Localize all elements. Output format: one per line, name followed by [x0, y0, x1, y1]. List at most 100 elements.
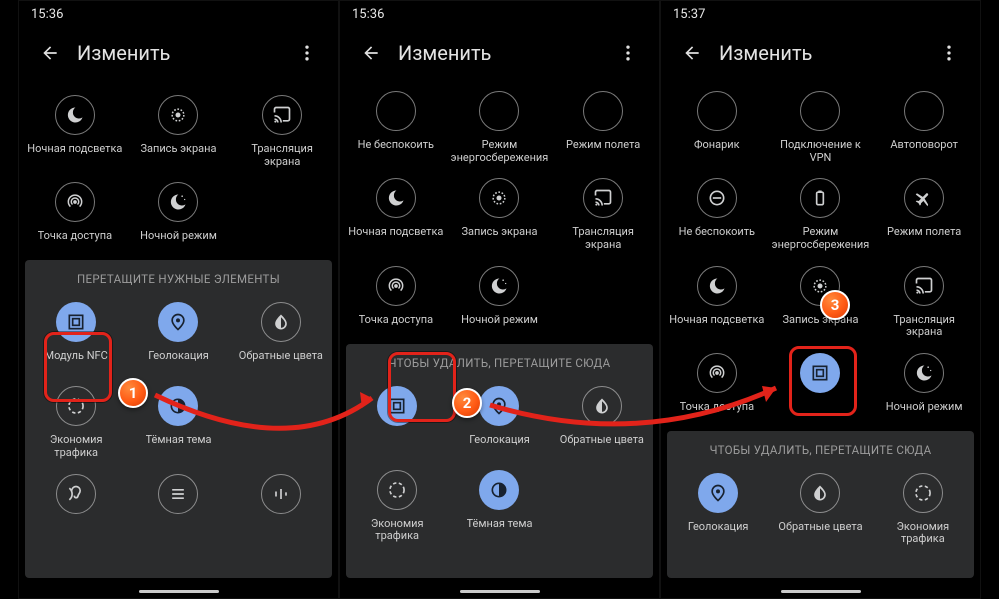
tile-label: Ночной режим: [140, 230, 217, 243]
tile-circle: [376, 178, 416, 218]
qs-tile-трансляция-экрана[interactable]: Трансляция экрана: [230, 87, 334, 172]
qs-tile-подключение-к-vpn[interactable]: Подключение к VPN: [769, 87, 873, 168]
qs-tile-обратные-цвета[interactable]: Обратные цвета: [230, 294, 332, 376]
more-button[interactable]: [607, 32, 649, 74]
contrast-icon: [489, 480, 509, 500]
tile-circle: [56, 302, 96, 342]
tile-label: Подключение к VPN: [771, 139, 871, 164]
tile-circle: [376, 266, 416, 306]
active-tiles: Ночная подсветка Запись экрана Трансляци…: [19, 77, 338, 260]
screen-3: 15:37 Изменить Фонарик Подключение к VPN…: [660, 0, 981, 599]
qs-tile-экономия-трафика[interactable]: Экономия трафика: [25, 378, 127, 463]
nav-pill[interactable]: [460, 590, 540, 593]
tile-label: Точка доступа: [38, 230, 113, 243]
tile-circle: [56, 474, 96, 514]
back-button[interactable]: [350, 32, 392, 74]
qs-tile-bars[interactable]: [230, 466, 332, 548]
edit-header: Изменить: [19, 29, 338, 77]
tile-circle: [697, 266, 737, 306]
tile-label: Автоповорот: [890, 139, 958, 152]
location-icon: [708, 483, 728, 503]
tile-label: Режим энергосбережения: [771, 226, 871, 251]
qs-tile-не-беспокоить[interactable]: Не беспокоить: [665, 170, 769, 255]
qs-tile-трансляция-экрана[interactable]: Трансляция экрана: [551, 170, 655, 255]
qs-tile-точка-доступа[interactable]: Точка доступа: [23, 174, 127, 256]
tile-circle: [479, 178, 519, 218]
qs-tile-трансляция-экрана[interactable]: Трансляция экрана: [872, 258, 976, 343]
nav-pill[interactable]: [139, 590, 219, 593]
tile-circle: [697, 353, 737, 393]
qs-tile-точка-доступа[interactable]: Точка доступа: [344, 258, 448, 340]
qs-tile-ночной-режим[interactable]: Ночной режим: [448, 258, 552, 340]
qs-tile-фонарик[interactable]: Фонарик: [665, 87, 769, 168]
more-button[interactable]: [286, 32, 328, 74]
qs-tile-nfc[interactable]: [769, 345, 873, 427]
qs-tile-ночная-подсветка[interactable]: Ночная подсветка: [23, 87, 127, 172]
qs-tile-обратные-цвета[interactable]: Обратные цвета: [551, 378, 653, 460]
tile-label: Модуль NFC: [45, 350, 108, 363]
tile-circle: [56, 386, 96, 426]
qs-tile-запись-экрана[interactable]: Запись экрана: [448, 170, 552, 255]
tile-circle: [698, 473, 738, 513]
qs-tile-ночной-режим[interactable]: Ночной режим: [127, 174, 231, 256]
qs-tile-экономия-трафика[interactable]: Экономия трафика: [346, 462, 448, 547]
nav-pill[interactable]: [781, 590, 861, 593]
screens-container: 15:36 Изменить Ночная подсветка Запись э…: [0, 0, 999, 599]
back-icon: [361, 43, 381, 63]
screen-2: 15:36 Изменить Не беспокоить Режим энерг…: [339, 0, 660, 599]
qs-tile-модуль-nfc[interactable]: Модуль NFC: [25, 294, 127, 376]
qs-tile-режим-полета[interactable]: Режим полета: [872, 170, 976, 255]
tile-circle: [55, 182, 95, 222]
back-button[interactable]: [671, 32, 713, 74]
tile-label: Ночной режим: [886, 401, 963, 414]
tile-label: Фонарик: [694, 139, 740, 152]
qs-tile-экономия-трафика[interactable]: Экономия трафика: [872, 465, 974, 550]
tile-circle: [479, 266, 519, 306]
qs-tile-т-мная-тема[interactable]: Тёмная тема: [448, 462, 550, 547]
qs-tile-обратные-цвета[interactable]: Обратные цвета: [769, 465, 871, 550]
tile-label: Ночной режим: [461, 314, 538, 327]
tile-circle: [582, 386, 622, 426]
qs-tile-режим-полета[interactable]: Режим полета: [551, 87, 655, 168]
qs-tile-автоповорот[interactable]: Автоповорот: [872, 87, 976, 168]
tile-circle: [697, 91, 737, 131]
qs-tile-геолокация[interactable]: Геолокация: [127, 294, 229, 376]
clock: 15:37: [673, 7, 705, 22]
back-button[interactable]: [29, 32, 71, 74]
back-icon: [682, 43, 702, 63]
qs-tile-режим-энергосбережения[interactable]: Режим энергосбережения: [448, 87, 552, 168]
tile-circle: [479, 386, 519, 426]
active-tiles: Фонарик Подключение к VPN Автоповорот Не…: [661, 77, 980, 431]
qs-tile-точка-доступа[interactable]: Точка доступа: [665, 345, 769, 427]
empty-tile: [551, 462, 653, 547]
qs-tile-запись-экрана[interactable]: Запись экрана: [769, 258, 873, 343]
status-bar: 15:37: [661, 1, 980, 29]
qs-drag-tile-nfc[interactable]: [346, 378, 448, 460]
qs-tile-геолокация[interactable]: Геолокация: [667, 465, 769, 550]
qs-tile-режим-энергосбережения[interactable]: Режим энергосбережения: [769, 170, 873, 255]
tile-label: Ночная подсветка: [348, 226, 443, 239]
qs-tile-т-мная-тема[interactable]: Тёмная тема: [127, 378, 229, 463]
qs-tile-ночной-режим[interactable]: Ночной режим: [872, 345, 976, 427]
tile-label: Режим полета: [566, 139, 640, 152]
page-title: Изменить: [77, 41, 170, 65]
qs-tile-hearing[interactable]: [25, 466, 127, 548]
qs-tile-не-беспокоить[interactable]: Не беспокоить: [344, 87, 448, 168]
more-icon: [618, 43, 638, 63]
tile-circle: [800, 91, 840, 131]
qs-tile-запись-экрана[interactable]: Запись экрана: [127, 87, 231, 172]
qs-tile-геолокация[interactable]: Геолокация: [448, 378, 550, 460]
qs-tile-ночная-подсветка[interactable]: Ночная подсветка: [665, 258, 769, 343]
more-button[interactable]: [928, 32, 970, 74]
qs-tile-list[interactable]: [127, 466, 229, 548]
tile-circle: [158, 182, 198, 222]
tile-label: Обратные цвета: [560, 434, 644, 447]
tile-label: Экономия трафика: [348, 518, 446, 543]
qs-tile-ночная-подсветка[interactable]: Ночная подсветка: [344, 170, 448, 255]
tile-circle: [903, 473, 943, 513]
nfc-icon: [66, 312, 86, 332]
tile-circle: [158, 302, 198, 342]
tile-circle: [55, 95, 95, 135]
tile-label: Обратные цвета: [239, 350, 323, 363]
tile-label: Запись экрана: [782, 314, 858, 327]
